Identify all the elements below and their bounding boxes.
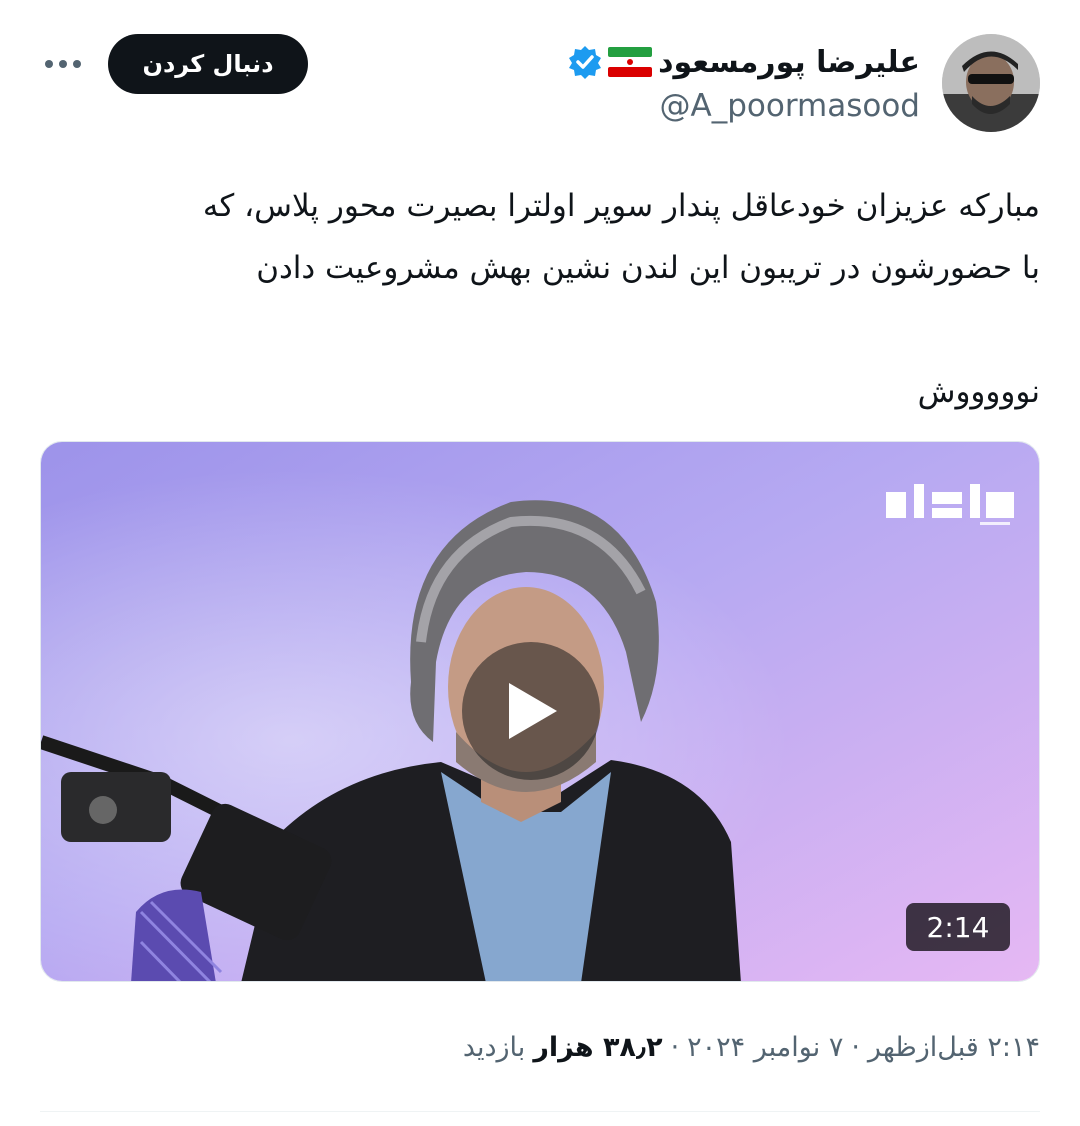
tweet-line: با حضورشون در تریبون این لندن نشین بهش م… <box>256 250 1040 286</box>
author-handle[interactable]: @A_poormasood <box>660 88 920 124</box>
dot <box>45 60 53 68</box>
channel-logo-icon <box>886 484 1014 525</box>
avatar-image <box>942 34 1040 132</box>
author-avatar[interactable] <box>942 34 1040 132</box>
dot <box>73 60 81 68</box>
tweet-line: نوووووش <box>917 374 1040 410</box>
tweet-line: مبارکه عزیزان خودعاقل پندار سوپر اولترا … <box>202 188 1040 224</box>
tweet-text: مبارکه عزیزان خودعاقل پندار سوپر اولترا … <box>40 175 1040 423</box>
video-duration-badge: 2:14 <box>906 903 1010 951</box>
play-icon[interactable] <box>462 642 600 780</box>
author-display-name[interactable]: علیرضا پورمسعود <box>658 45 920 80</box>
tweet-date[interactable]: ۷ نوامبر ۲۰۲۴ <box>687 1032 843 1063</box>
verified-badge-icon[interactable] <box>568 45 602 79</box>
more-options-icon[interactable] <box>40 46 86 82</box>
dot <box>59 60 67 68</box>
tweet-time[interactable]: ۲:۱۴ قبل‌ازظهر <box>868 1032 1040 1063</box>
follow-button[interactable]: دنبال کردن <box>108 34 308 94</box>
author-name-row: علیرضا پورمسعود <box>568 38 920 86</box>
meta-separator: · <box>670 1032 680 1063</box>
tweet-meta: ۲:۱۴ قبل‌ازظهر · ۷ نوامبر ۲۰۲۴ · ۳۸٫۲ هز… <box>463 1032 1040 1063</box>
views-count[interactable]: ۳۸٫۲ هزار <box>533 1032 662 1063</box>
iran-flag-icon <box>608 47 653 77</box>
divider <box>40 1111 1040 1112</box>
views-label: بازدید <box>462 1032 526 1063</box>
meta-separator: · <box>851 1032 860 1063</box>
